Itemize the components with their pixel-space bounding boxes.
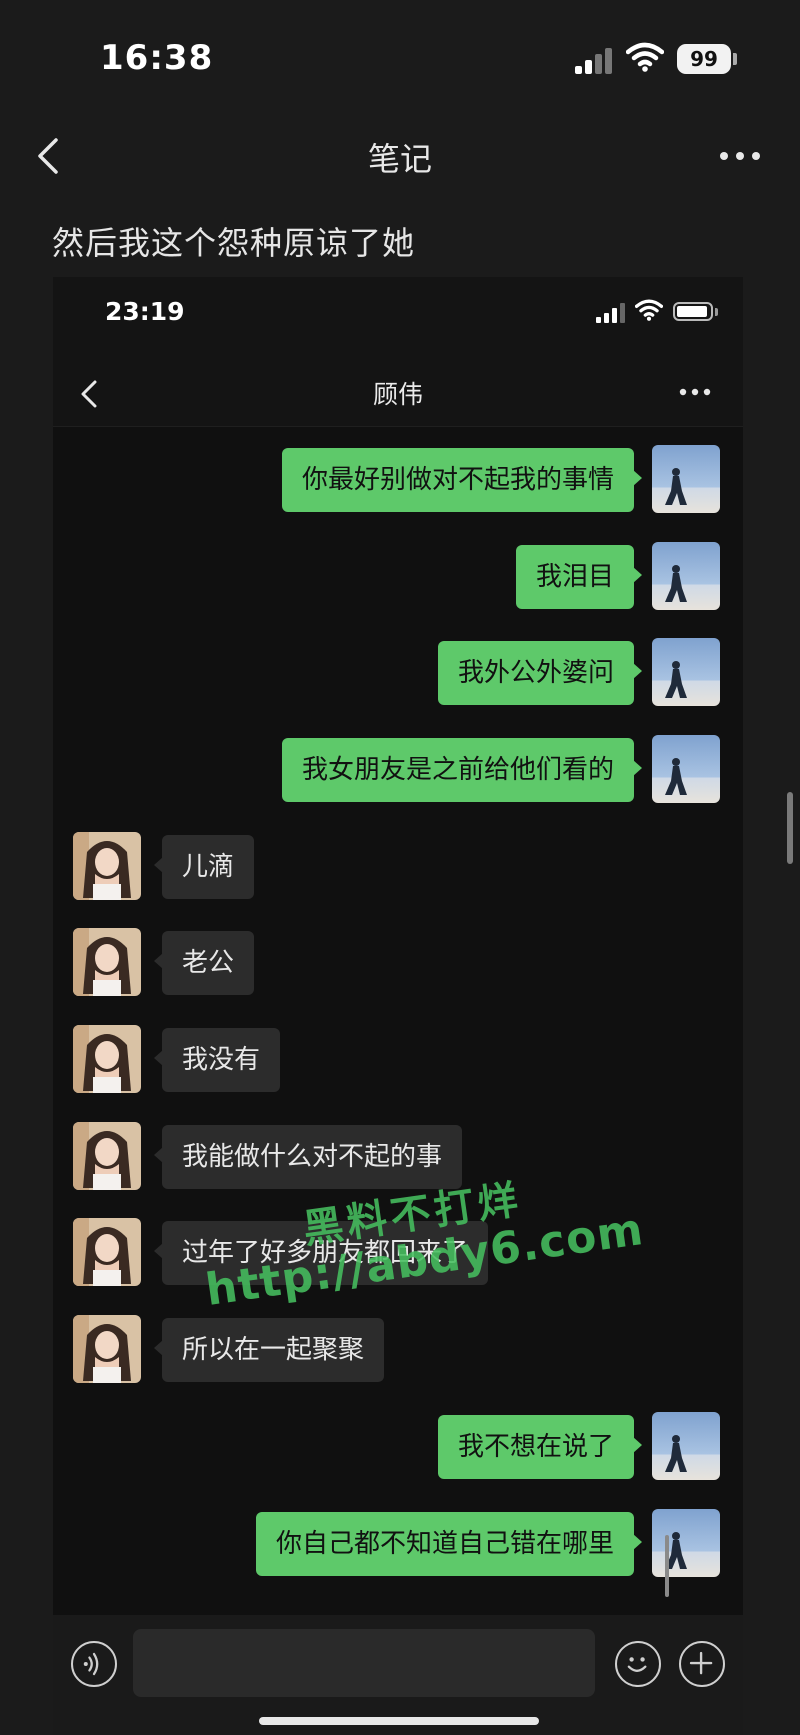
home-indicator [259, 1717, 539, 1725]
chat-title: 顾伟 [372, 380, 423, 409]
contact-avatar[interactable] [73, 1122, 141, 1190]
nav-bar: 笔记 [0, 120, 800, 190]
contact-avatar[interactable] [73, 1025, 141, 1093]
status-bar: 16:38 99 [0, 0, 800, 120]
outgoing-message-bubble[interactable]: 我女朋友是之前给他们看的 [281, 738, 643, 802]
self-avatar[interactable] [652, 542, 720, 610]
voice-icon[interactable] [71, 1641, 117, 1687]
page-scrollbar[interactable] [787, 792, 793, 864]
chat-header: 顾伟 [53, 357, 743, 427]
incoming-message-bubble[interactable]: 儿滴 [153, 835, 255, 899]
battery-icon [673, 302, 713, 321]
more-dots-icon[interactable] [715, 138, 765, 174]
chat-scrollbar[interactable] [665, 1535, 669, 1597]
note-caption: 然后我这个怨种原谅了她 [52, 224, 416, 262]
self-avatar[interactable] [652, 735, 720, 803]
message-row: 我泪目 [53, 542, 743, 612]
wifi-icon [626, 42, 664, 72]
message-row: 我外公外婆问 [53, 638, 743, 708]
outgoing-message-bubble[interactable]: 我外公外婆问 [437, 641, 643, 705]
battery-tip [715, 308, 718, 316]
cellular-signal-icon [596, 303, 626, 323]
status-time: 16:38 [100, 38, 214, 78]
chat-screenshot: 23:19 顾伟 你最好别做对不起我的事情 我泪目 我外公外婆问 我女朋友是之前… [53, 277, 743, 1735]
incoming-message-bubble[interactable]: 我能做什么对不起的事 [153, 1125, 463, 1189]
message-input[interactable] [133, 1629, 595, 1697]
incoming-message-bubble[interactable]: 老公 [153, 931, 255, 995]
self-avatar[interactable] [652, 638, 720, 706]
emoji-icon[interactable] [615, 1641, 661, 1687]
message-row: 老公 [53, 928, 743, 998]
plus-icon[interactable] [679, 1641, 725, 1687]
more-dots-icon[interactable] [675, 377, 715, 407]
self-avatar[interactable] [652, 1509, 720, 1577]
message-row: 我不想在说了 [53, 1412, 743, 1482]
message-row: 过年了好多朋友都回来了 [53, 1218, 743, 1288]
outgoing-message-bubble[interactable]: 你最好别做对不起我的事情 [281, 448, 643, 512]
inner-status-bar: 23:19 [53, 277, 743, 357]
contact-avatar[interactable] [73, 832, 141, 900]
wifi-icon [635, 299, 663, 321]
cellular-signal-icon [575, 46, 615, 74]
contact-avatar[interactable] [73, 928, 141, 996]
battery-tip [733, 53, 737, 65]
message-row: 所以在一起聚聚 [53, 1315, 743, 1385]
outgoing-message-bubble[interactable]: 我不想在说了 [437, 1415, 643, 1479]
battery-indicator: 99 [677, 44, 731, 74]
self-avatar[interactable] [652, 445, 720, 513]
inner-status-time: 23:19 [105, 297, 185, 326]
message-row: 儿滴 [53, 832, 743, 902]
outgoing-message-bubble[interactable]: 你自己都不知道自己错在哪里 [255, 1512, 643, 1576]
incoming-message-bubble[interactable]: 过年了好多朋友都回来了 [153, 1221, 489, 1285]
contact-avatar[interactable] [73, 1218, 141, 1286]
incoming-message-bubble[interactable]: 所以在一起聚聚 [153, 1318, 385, 1382]
self-avatar[interactable] [652, 1412, 720, 1480]
message-row: 你自己都不知道自己错在哪里 [53, 1509, 743, 1579]
message-row: 我女朋友是之前给他们看的 [53, 735, 743, 805]
page-title: 笔记 [367, 140, 432, 178]
message-row: 你最好别做对不起我的事情 [53, 445, 743, 515]
outgoing-message-bubble[interactable]: 我泪目 [515, 545, 643, 609]
message-row: 我没有 [53, 1025, 743, 1095]
message-row: 我能做什么对不起的事 [53, 1122, 743, 1192]
incoming-message-bubble[interactable]: 我没有 [153, 1028, 281, 1092]
contact-avatar[interactable] [73, 1315, 141, 1383]
